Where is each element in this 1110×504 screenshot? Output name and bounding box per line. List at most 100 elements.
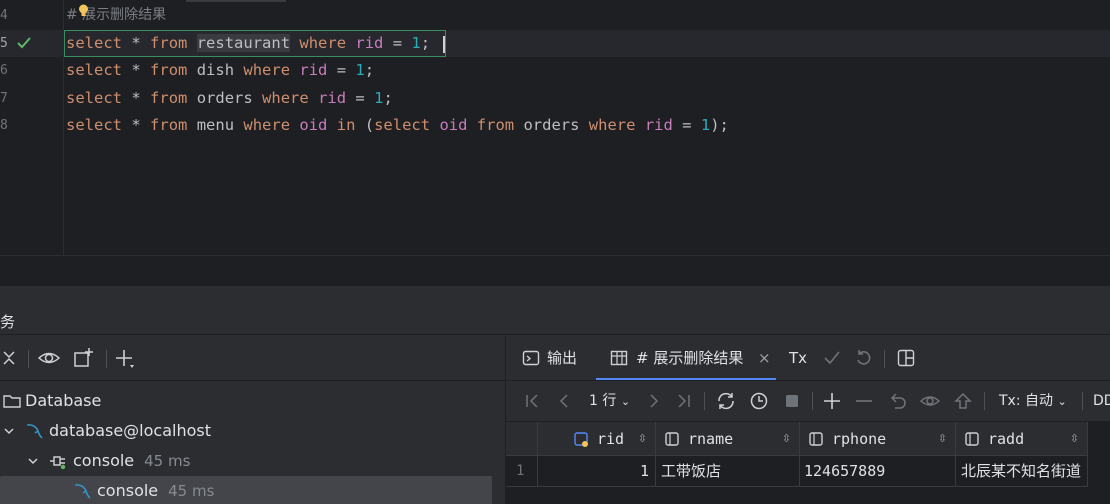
column-header-rphone[interactable]: rphone ⇳: [800, 422, 956, 456]
text-caret: [443, 36, 445, 53]
tree-item-console-session[interactable]: console 45 ms: [0, 446, 492, 476]
cell-rid[interactable]: 1: [538, 456, 656, 487]
rollback-icon[interactable]: [854, 348, 874, 368]
line-number: 7: [0, 91, 8, 106]
next-page-icon[interactable]: [644, 391, 664, 411]
last-page-icon[interactable]: [674, 391, 694, 411]
close-icon[interactable]: ×: [758, 336, 771, 380]
mysql-dolphin-icon: [26, 424, 43, 439]
tree-item-label: database@localhost: [49, 421, 211, 440]
tree-item-label: console 45 ms: [97, 481, 215, 500]
result-grid: rid ⇳ rname ⇳ rphone ⇳ radd ⇳ 1 1 工带饭店 1…: [506, 422, 1110, 504]
history-clock-icon[interactable]: [749, 391, 769, 411]
sql-statement: select * from menu where oid in (select …: [66, 116, 729, 134]
column-icon: [965, 432, 979, 446]
tree-item-label: console 45 ms: [73, 451, 191, 470]
row-number: 1: [506, 456, 538, 487]
delete-row-icon[interactable]: [854, 391, 874, 411]
cell-rname[interactable]: 工带饭店: [656, 456, 800, 487]
column-name: rname: [688, 430, 734, 448]
toolbar-divider: [704, 392, 705, 410]
row-count-select[interactable]: 1 行 ⌄: [589, 381, 630, 421]
sort-icon[interactable]: ⇳: [638, 422, 647, 456]
cell-rphone[interactable]: 124657889: [800, 456, 956, 487]
line-number: 8: [0, 118, 8, 133]
first-page-icon[interactable]: [522, 391, 542, 411]
editor-line-8[interactable]: 8 select * from menu where oid in (selec…: [0, 112, 1110, 139]
execution-time: 45 ms: [144, 452, 191, 470]
transaction-label[interactable]: Tx: [789, 336, 807, 380]
tab-output[interactable]: 输出: [522, 336, 600, 380]
tx-mode-select[interactable]: Tx: 自动 ⌄: [999, 381, 1067, 421]
column-name: radd: [988, 430, 1025, 448]
editor-line-4[interactable]: 4 # 展示删除结果: [0, 0, 1110, 30]
revert-icon[interactable]: [888, 391, 908, 411]
panel-header-separator: [0, 334, 1110, 335]
sql-statement: select * from orders where rid = 1;: [66, 89, 393, 107]
add-service-icon[interactable]: [113, 347, 135, 369]
column-icon: [809, 432, 823, 446]
folder-icon: [3, 395, 21, 408]
tab-label: 输出: [547, 349, 578, 367]
execution-time: 45 ms: [168, 482, 215, 500]
line-number: 5: [0, 36, 8, 51]
toolbar-divider: [1082, 392, 1083, 410]
column-header-radd[interactable]: radd ⇳: [956, 422, 1088, 456]
table-grid-icon: [610, 350, 628, 366]
mysql-dolphin-icon: [74, 484, 91, 499]
sort-icon[interactable]: ⇳: [1070, 422, 1079, 456]
stop-icon[interactable]: [782, 391, 802, 411]
lightbulb-icon[interactable]: [78, 4, 89, 18]
editor-line-6[interactable]: 6 select * from dish where rid = 1;: [0, 57, 1110, 84]
sort-icon[interactable]: ⇳: [938, 422, 947, 456]
toolbar-divider: [812, 392, 813, 410]
results-tabs: 输出 # 展示删除结果 × Tx: [506, 336, 1110, 380]
add-row-icon[interactable]: [822, 391, 842, 411]
tree-item-console[interactable]: console 45 ms: [0, 476, 492, 504]
toolbar-divider: [28, 350, 29, 368]
toolbar-divider: [106, 350, 107, 368]
row-number-header: [506, 422, 538, 456]
services-tree-pane: Database database@localhost console 45 ms…: [0, 336, 505, 504]
view-hidden-icon[interactable]: [920, 391, 940, 411]
column-name: rphone: [832, 430, 887, 448]
console-icon: [522, 350, 540, 366]
sql-statement: select * from dish where rid = 1;: [66, 61, 375, 79]
session-plug-icon: [50, 456, 66, 470]
check-icon: [17, 37, 31, 49]
column-header-rid[interactable]: rid ⇳: [538, 422, 656, 456]
refresh-icon[interactable]: [716, 391, 736, 411]
services-toolbar-separator: [0, 380, 505, 381]
editor-footer-area: [0, 256, 1110, 286]
ddl-button[interactable]: DD: [1093, 381, 1110, 421]
tree-item-database[interactable]: Database: [0, 386, 492, 416]
line-number: 6: [0, 63, 8, 78]
eye-icon[interactable]: [38, 347, 60, 369]
collapse-all-icon[interactable]: [0, 347, 22, 369]
sql-editor[interactable]: 4 # 展示删除结果 5 select * from restaurant wh…: [0, 0, 1110, 255]
toolbar-divider: [884, 350, 885, 368]
prev-page-icon[interactable]: [554, 391, 574, 411]
sort-icon[interactable]: ⇳: [782, 422, 791, 456]
editor-line-7[interactable]: 7 select * from orders where rid = 1;: [0, 85, 1110, 112]
results-pane: 输出 # 展示删除结果 × Tx 1 行 ⌄ Tx: 自动 ⌄ DD rid ⇳…: [506, 336, 1110, 504]
submit-icon[interactable]: [953, 391, 973, 411]
sql-statement: select * from restaurant where rid = 1;: [66, 34, 431, 52]
results-toolbar: 1 行 ⌄ Tx: 自动 ⌄ DD: [506, 381, 1110, 421]
tab-result-set[interactable]: # 展示删除结果 ×: [596, 336, 776, 380]
commit-check-icon[interactable]: [822, 348, 842, 368]
services-toolbar: [0, 336, 505, 380]
primary-key-column-icon: [574, 432, 588, 447]
layout-icon[interactable]: [896, 348, 916, 368]
column-name: rid: [597, 430, 625, 448]
new-group-icon[interactable]: [72, 347, 94, 369]
column-icon: [665, 432, 679, 446]
tree-item-datasource[interactable]: database@localhost: [0, 416, 492, 446]
column-header-rname[interactable]: rname ⇳: [656, 422, 800, 456]
chevron-down-icon[interactable]: [27, 455, 39, 467]
toolbar-divider: [984, 392, 985, 410]
editor-line-5[interactable]: 5 select * from restaurant where rid = 1…: [0, 30, 1110, 57]
chevron-down-icon[interactable]: [3, 425, 15, 437]
tree-item-label: Database: [25, 391, 102, 410]
cell-radd[interactable]: 北辰某不知名街道: [956, 456, 1088, 487]
